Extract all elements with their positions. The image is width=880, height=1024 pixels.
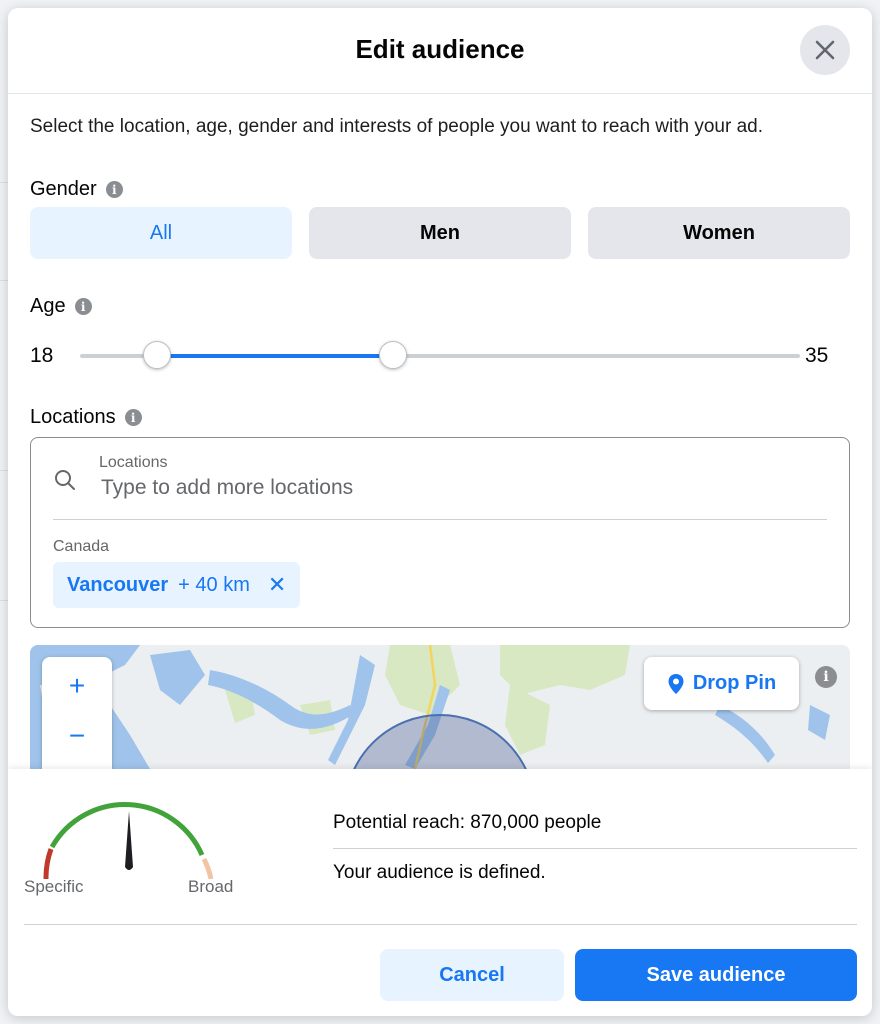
location-chip-city: Vancouver xyxy=(67,573,169,596)
age-section-label: Age i xyxy=(30,295,92,318)
location-divider xyxy=(53,519,827,520)
info-icon[interactable]: i xyxy=(124,409,142,426)
gender-section-label: Gender i xyxy=(30,178,123,201)
map-zoom-controls: + − xyxy=(42,657,112,769)
age-min-handle[interactable] xyxy=(143,341,172,369)
age-slider-track[interactable] xyxy=(80,354,800,358)
footer-divider xyxy=(24,924,857,925)
age-min-value: 18 xyxy=(30,344,54,367)
potential-reach: Potential reach: 870,000 people xyxy=(333,812,602,833)
location-field-label: Locations xyxy=(99,454,168,471)
remove-location-icon[interactable]: ✕ xyxy=(268,572,286,598)
zoom-in-button[interactable]: + xyxy=(42,661,112,711)
edit-audience-dialog: Edit audience Select the location, age, … xyxy=(8,8,872,1016)
location-search-input[interactable] xyxy=(101,476,801,500)
drop-pin-button[interactable]: Drop Pin xyxy=(644,657,799,710)
close-icon xyxy=(815,40,835,60)
gauge-specific-label: Specific xyxy=(24,877,84,896)
gender-option-women[interactable]: Women xyxy=(588,207,850,259)
gauge-broad-label: Broad xyxy=(188,877,234,896)
save-audience-button[interactable]: Save audience xyxy=(575,949,857,1001)
drop-pin-label: Drop Pin xyxy=(692,672,777,694)
reach-divider xyxy=(333,848,857,849)
dialog-title: Edit audience xyxy=(355,34,525,64)
age-label: Age xyxy=(30,295,66,317)
location-chip-radius: + 40 km xyxy=(178,573,250,596)
info-icon[interactable]: i xyxy=(815,666,837,688)
dialog-footer: Specific Broad Potential reach: 870,000 … xyxy=(8,769,872,1016)
dialog-header: Edit audience xyxy=(8,8,872,94)
locations-label: Locations xyxy=(30,406,116,428)
gauge-broad-segment xyxy=(201,857,214,879)
age-max-handle[interactable] xyxy=(378,341,407,369)
age-max-value: 35 xyxy=(805,344,829,367)
location-map[interactable]: + − Drop Pin i xyxy=(30,645,850,769)
gender-option-all[interactable]: All xyxy=(30,207,292,259)
close-button[interactable] xyxy=(800,25,850,75)
cancel-button[interactable]: Cancel xyxy=(380,949,564,1001)
gauge-needle xyxy=(125,811,133,870)
dialog-description: Select the location, age, gender and int… xyxy=(30,116,764,137)
gender-label: Gender xyxy=(30,178,97,200)
location-search-box: Locations Canada Vancouver + 40 km ✕ xyxy=(30,437,850,628)
gender-selector: All Men Women xyxy=(30,207,850,259)
info-icon[interactable]: i xyxy=(74,298,92,315)
zoom-out-button[interactable]: − xyxy=(42,711,112,761)
info-icon[interactable]: i xyxy=(105,181,123,198)
map-pin-icon xyxy=(668,673,684,694)
location-chip[interactable]: Vancouver + 40 km ✕ xyxy=(53,562,301,608)
audience-size-gauge xyxy=(43,802,214,879)
audience-status: Your audience is defined. xyxy=(333,862,546,883)
age-slider-fill xyxy=(157,354,393,358)
gender-option-men[interactable]: Men xyxy=(309,207,571,259)
country-label: Canada xyxy=(53,538,110,555)
locations-section-label: Locations i xyxy=(30,406,142,429)
gauge-specific-segment xyxy=(43,848,54,879)
search-icon xyxy=(55,470,75,490)
